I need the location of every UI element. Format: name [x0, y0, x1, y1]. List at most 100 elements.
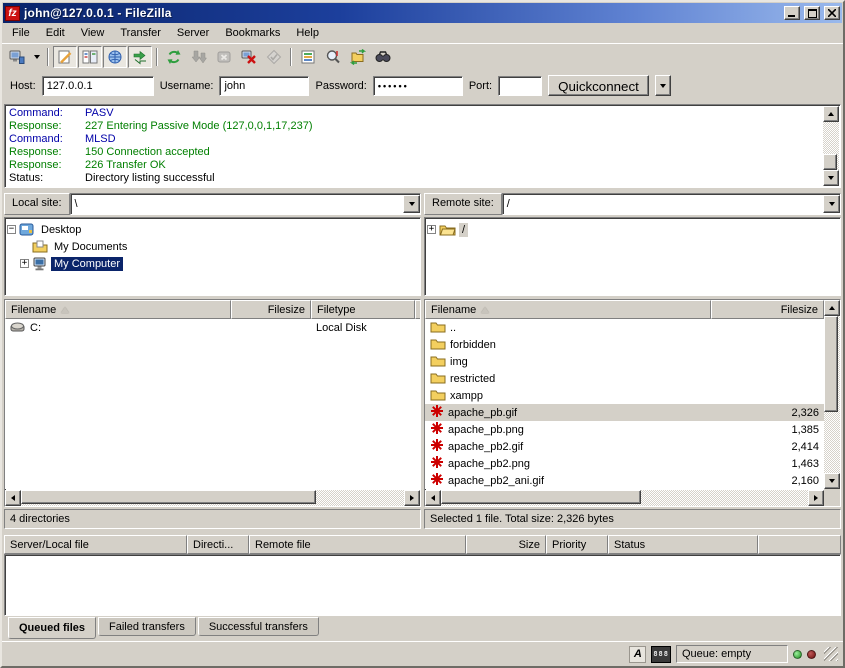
column-filename[interactable]: Filename: [5, 300, 231, 319]
scroll-left-icon[interactable]: [425, 490, 441, 506]
remote-tree-icon: [107, 49, 123, 65]
menu-server[interactable]: Server: [169, 24, 217, 42]
local-file-row[interactable]: C: Local Disk: [5, 319, 420, 336]
column-server-local-file[interactable]: Server/Local file: [4, 535, 187, 554]
remote-file-row[interactable]: restricted: [425, 370, 824, 387]
menu-view[interactable]: View: [73, 24, 113, 42]
password-input[interactable]: [373, 76, 463, 96]
disconnect-button[interactable]: [237, 46, 261, 68]
remote-file-row[interactable]: apache_pb2.png 1,463: [425, 455, 824, 472]
remote-file-row[interactable]: apache_pb.png 1,385: [425, 421, 824, 438]
disconnect-icon: [241, 49, 257, 65]
expand-icon[interactable]: +: [427, 225, 436, 234]
column-priority[interactable]: Priority: [546, 535, 608, 554]
site-manager-dropdown[interactable]: [30, 46, 43, 68]
find-files-button[interactable]: [371, 46, 395, 68]
scroll-down-icon[interactable]: [823, 170, 839, 186]
tree-item-my-documents[interactable]: My Documents: [7, 238, 418, 255]
column-filetype[interactable]: Filetype: [311, 300, 415, 319]
local-tree-toggle-button[interactable]: [78, 46, 102, 68]
browser-panes: Local site: \ − Desktop My Documents: [2, 190, 843, 531]
tab-successful-transfers[interactable]: Successful transfers: [198, 617, 319, 636]
log-line: Response:150 Connection accepted: [9, 146, 820, 159]
cancel-icon: [216, 49, 232, 65]
quickconnect-dropdown[interactable]: [655, 75, 671, 96]
column-filesize[interactable]: Filesize: [711, 300, 824, 319]
column-filename[interactable]: Filename: [425, 300, 711, 319]
menu-file[interactable]: File: [4, 24, 38, 42]
tab-failed-transfers[interactable]: Failed transfers: [98, 617, 196, 636]
message-log-toggle-button[interactable]: [53, 46, 77, 68]
quickconnect-button[interactable]: Quickconnect: [548, 75, 649, 96]
column-status[interactable]: Status: [608, 535, 758, 554]
expand-icon[interactable]: +: [20, 259, 29, 268]
queue-tabs: Queued files Failed transfers Successful…: [2, 617, 843, 641]
refresh-button[interactable]: [162, 46, 186, 68]
menu-transfer[interactable]: Transfer: [112, 24, 169, 42]
directory-comparison-button[interactable]: [321, 46, 345, 68]
menu-edit[interactable]: Edit: [38, 24, 73, 42]
remote-file-row[interactable]: img: [425, 353, 824, 370]
tree-item-root[interactable]: + /: [427, 221, 838, 238]
collapse-icon[interactable]: −: [7, 225, 16, 234]
chevron-down-icon[interactable]: [823, 195, 840, 213]
remote-vertical-scrollbar[interactable]: [824, 300, 840, 489]
column-last-modified[interactable]: L: [415, 300, 421, 319]
chevron-down-icon[interactable]: [403, 195, 420, 213]
column-size[interactable]: Size: [466, 535, 546, 554]
resize-grip[interactable]: [824, 647, 838, 661]
speed-limits-icon[interactable]: 888: [651, 646, 671, 663]
tree-item-desktop[interactable]: − Desktop: [7, 221, 418, 238]
desktop-icon: [19, 223, 35, 237]
column-remote-file[interactable]: Remote file: [249, 535, 466, 554]
tab-queued-files[interactable]: Queued files: [8, 617, 96, 639]
scroll-right-icon[interactable]: [404, 490, 420, 506]
filter-icon: [300, 49, 316, 65]
remote-file-row-selected[interactable]: apache_pb.gif 2,326: [425, 404, 824, 421]
port-input[interactable]: [498, 76, 542, 96]
titlebar[interactable]: fz john@127.0.0.1 - FileZilla: [3, 3, 842, 23]
scroll-right-icon[interactable]: [808, 490, 824, 506]
remote-file-row[interactable]: apache_pb2_ani.gif 2,160: [425, 472, 824, 489]
toolbar-separator: [47, 48, 49, 66]
scroll-left-icon[interactable]: [5, 490, 21, 506]
local-horizontal-scrollbar[interactable]: [5, 489, 420, 506]
reconnect-icon: [266, 49, 282, 65]
documents-folder-icon: [32, 240, 48, 253]
reconnect-button[interactable]: [262, 46, 286, 68]
apache-image-file-icon: [430, 438, 444, 455]
remote-file-row[interactable]: xampp: [425, 387, 824, 404]
username-input[interactable]: [219, 76, 309, 96]
synchronized-browsing-icon: [350, 49, 366, 65]
local-site-combo[interactable]: \: [70, 193, 421, 215]
site-manager-button[interactable]: [5, 46, 29, 68]
menu-help[interactable]: Help: [288, 24, 327, 42]
synchronized-browsing-button[interactable]: [346, 46, 370, 68]
scroll-up-icon[interactable]: [823, 106, 839, 122]
log-line: Response:226 Transfer OK: [9, 159, 820, 172]
remote-file-row[interactable]: forbidden: [425, 336, 824, 353]
remote-horizontal-scrollbar[interactable]: [425, 489, 824, 506]
remote-tree-toggle-button[interactable]: [103, 46, 127, 68]
close-button[interactable]: [824, 6, 840, 20]
column-filesize[interactable]: Filesize: [231, 300, 311, 319]
column-direction[interactable]: Directi...: [187, 535, 249, 554]
local-site-bar: Local site: \: [4, 193, 421, 215]
tree-item-my-computer[interactable]: + My Computer: [7, 255, 418, 272]
filter-button[interactable]: [296, 46, 320, 68]
find-files-icon: [375, 49, 391, 65]
remote-file-row[interactable]: ..: [425, 319, 824, 336]
minimize-button[interactable]: [784, 6, 800, 20]
host-input[interactable]: [42, 76, 154, 96]
cancel-operation-button[interactable]: [212, 46, 236, 68]
maximize-button[interactable]: [804, 6, 820, 20]
transfer-queue-toggle-button[interactable]: [128, 46, 152, 68]
remote-site-combo[interactable]: /: [502, 193, 841, 215]
local-status: 4 directories: [4, 509, 421, 529]
log-scrollbar[interactable]: [823, 106, 839, 186]
remote-file-row[interactable]: apache_pb2.gif 2,414: [425, 438, 824, 455]
menu-bookmarks[interactable]: Bookmarks: [217, 24, 288, 42]
process-queue-button[interactable]: [187, 46, 211, 68]
scroll-down-icon[interactable]: [824, 473, 840, 489]
scroll-up-icon[interactable]: [824, 300, 840, 316]
